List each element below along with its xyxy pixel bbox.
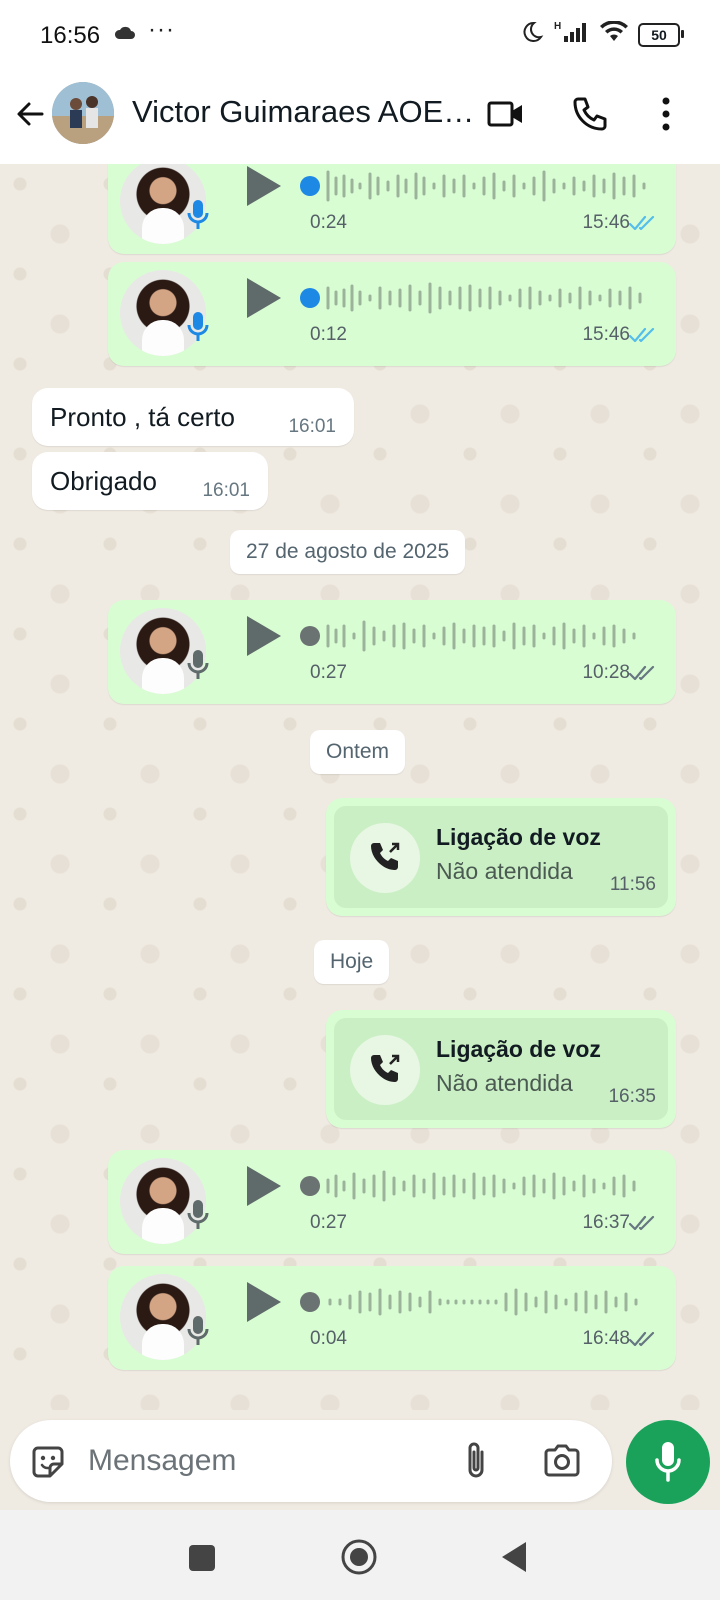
message-time: 16:35 [608,1086,656,1107]
contact-name[interactable]: Victor Guimaraes AOE… [132,94,474,130]
camera-icon[interactable] [542,1442,582,1485]
missed-call-message[interactable]: Ligação de voz Não atendida 16:35 [326,1010,676,1128]
message-text: Obrigado [50,466,157,496]
read-ticks-icon [628,326,658,349]
call-title: Ligação de voz [436,1036,601,1062]
attach-icon[interactable] [462,1440,492,1487]
svg-text:H: H [554,21,561,32]
voice-duration: 0:27 [310,1212,347,1233]
back-icon[interactable] [500,1540,530,1579]
recents-icon[interactable] [188,1544,216,1577]
message-time: 11:56 [609,874,656,895]
more-notifications-icon: ··· [148,16,175,43]
voice-message[interactable]: 0:27 10:28 [108,600,676,704]
cloud-icon [114,26,136,45]
missed-call-icon [368,1052,402,1091]
play-button-icon[interactable] [243,1280,283,1329]
mic-icon [186,1314,210,1353]
video-call-icon[interactable] [486,94,526,139]
chat-area[interactable]: 0:24 15:46 0:12 15:46 Pronto , tá certo … [0,164,720,1410]
message-time: 16:48 [582,1328,630,1349]
message-time: 15:46 [582,212,630,233]
voice-duration: 0:24 [310,212,347,233]
call-status: Não atendida [436,1070,573,1096]
delivered-ticks-icon [628,1330,658,1353]
voice-call-icon[interactable] [570,94,610,139]
message-text: Pronto , tá certo [50,402,235,432]
voice-duration: 0:27 [310,662,347,683]
message-composer[interactable]: Mensagem [10,1420,612,1502]
wifi-icon [600,20,628,48]
voice-message[interactable]: 0:12 15:46 [108,262,676,366]
waveform-icon[interactable] [298,164,658,213]
mic-icon [186,198,210,237]
voice-duration: 0:04 [310,1328,347,1349]
status-bar: 16:56 ··· H 50 [0,0,720,72]
contact-avatar[interactable] [52,82,114,144]
play-button-icon[interactable] [243,614,283,663]
home-icon[interactable] [340,1538,378,1581]
voice-message[interactable]: 0:04 16:48 [108,1266,676,1370]
play-button-icon[interactable] [243,276,283,325]
sticker-icon[interactable] [28,1442,68,1487]
signal-icon: H [554,20,590,49]
call-title: Ligação de voz [436,824,601,850]
missed-call-message[interactable]: Ligação de voz Não atendida 11:56 [326,798,676,916]
waveform-icon[interactable] [298,1164,658,1213]
do-not-disturb-icon [520,20,544,49]
waveform-icon[interactable] [298,614,658,663]
incoming-text-message[interactable]: Obrigado 16:01 [32,452,268,510]
mic-icon [186,648,210,687]
mic-icon [654,1440,682,1489]
date-separator: Ontem [310,730,406,774]
date-separator: 27 de agosto de 2025 [230,530,466,574]
delivered-ticks-icon [628,1214,658,1237]
missed-call-icon [368,840,402,879]
battery-indicator: 50 [638,22,684,47]
read-ticks-icon [628,214,658,237]
chat-header: Victor Guimaraes AOE… [0,72,720,164]
play-button-icon[interactable] [243,164,283,213]
delivered-ticks-icon [628,664,658,687]
mic-icon [186,310,210,349]
call-status: Não atendida [436,858,573,884]
message-input[interactable]: Mensagem [88,1444,236,1478]
waveform-icon[interactable] [298,1280,658,1329]
waveform-icon[interactable] [298,276,658,325]
date-separator: Hoje [314,940,390,984]
record-voice-button[interactable] [626,1420,710,1504]
more-options-icon[interactable] [656,94,676,139]
voice-duration: 0:12 [310,324,347,345]
mic-icon [186,1198,210,1237]
system-navigation-bar [0,1510,720,1600]
back-arrow-icon[interactable] [12,96,48,137]
message-time: 16:01 [288,416,336,437]
message-time: 16:37 [582,1212,630,1233]
incoming-text-message[interactable]: Pronto , tá certo 16:01 [32,388,354,446]
voice-message[interactable]: 0:27 16:37 [108,1150,676,1254]
voice-message[interactable]: 0:24 15:46 [108,164,676,254]
status-time: 16:56 [40,22,101,49]
message-time: 15:46 [582,324,630,345]
message-time: 16:01 [202,480,250,501]
play-button-icon[interactable] [243,1164,283,1213]
message-time: 10:28 [582,662,630,683]
